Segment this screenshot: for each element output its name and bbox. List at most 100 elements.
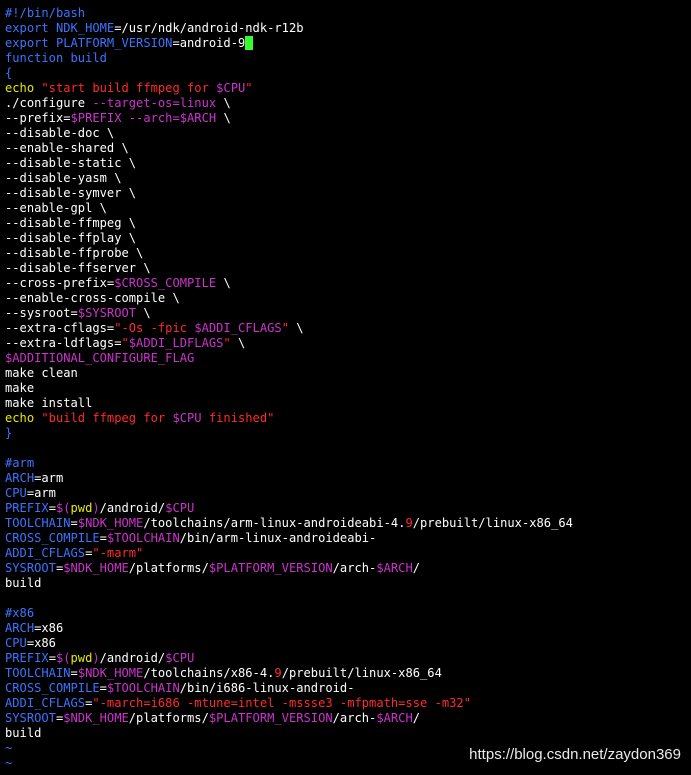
keyword-token: } [5,426,13,440]
keyword-token: ADDI_CFLAGS [5,546,86,560]
builtin-token: pwd [70,501,93,515]
plain-token: /arch- [332,711,377,725]
plain-token: \ [223,111,231,125]
plain-token: --disable-static \ [5,156,137,170]
code-line: --sysroot=$SYSROOT \ [5,306,691,321]
plain-token: /bin/arm-linux-androideabi- [179,531,377,545]
plain-token: ./configure [5,96,93,110]
code-line: --disable-ffplay \ [5,231,691,246]
plain-token: make [5,381,35,395]
plain-token: \ [223,96,231,110]
watermark-text: https://blog.csdn.net/zaydon369 [469,746,681,763]
variable-token: $ARCH [179,111,224,125]
code-line: --enable-shared \ [5,141,691,156]
keyword-token: SYSROOT [5,561,56,575]
keyword-token: ADDI_CFLAGS [5,696,86,710]
variable-token: $NDK_HOME [77,516,144,530]
plain-token: --extra-ldflags= [5,336,122,350]
plain-token: --enable-gpl \ [5,201,107,215]
variable-token: $ADDI_LDFLAGS [128,336,224,350]
string-token: " [281,321,297,335]
keyword-token: CROSS_COMPILE [5,681,100,695]
plain-token: --disable-yasm \ [5,171,122,185]
variable-token: $NDK_HOME [63,561,129,575]
builtin-token: pwd [70,651,93,665]
string-token: 9 [405,516,413,530]
code-line: function build [5,51,691,66]
code-line: ARCH=arm [5,471,691,486]
keyword-token: SYSROOT [5,711,56,725]
variable-token: $CROSS_COMPILE [114,276,224,290]
code-line: ARCH=x86 [5,621,691,636]
code-line: } [5,426,691,441]
plain-token: --disable-doc \ [5,126,115,140]
string-token: finished" [201,411,275,425]
plain-token: = [70,516,78,530]
code-line: --disable-ffprobe \ [5,246,691,261]
variable-token: $TOOLCHAIN [106,531,180,545]
variable-token: $NDK_HOME [63,711,129,725]
code-line: --cross-prefix=$CROSS_COMPILE \ [5,276,691,291]
keyword-token: ARCH [5,471,35,485]
variable-token: ) [92,501,100,515]
keyword-token: ~ [5,741,13,755]
keyword-token: PREFIX [5,651,49,665]
terminal-editor[interactable]: #!/bin/bash export NDK_HOME=/usr/ndk/andr… [0,0,691,775]
code-line: ./configure --target-os=linux \ [5,96,691,111]
variable-token: --arch= [128,111,180,125]
code-line: CROSS_COMPILE=$TOOLCHAIN/bin/arm-linux-a… [5,531,691,546]
text-cursor [245,36,253,50]
keyword-token: #!/bin/bash [5,6,86,20]
plain-token: make install [5,396,93,410]
plain-token: /toolchains/arm-linux-androideabi-4. [143,516,406,530]
plain-token: --prefix= [5,111,71,125]
plain-token: =x86 [34,621,64,635]
plain-token: \ [223,276,231,290]
plain-token: \ [143,306,151,320]
plain-token: --disable-ffserver \ [5,261,151,275]
code-line: ADDI_CFLAGS="-marm" [5,546,691,561]
builtin-token: echo [5,411,42,425]
keyword-token: #arm [5,456,35,470]
plain-token: /platforms/ [128,561,209,575]
editor-text-area[interactable]: #!/bin/bash export NDK_HOME=/usr/ndk/andr… [5,6,691,771]
keyword-token: CROSS_COMPILE [5,531,100,545]
string-token: 9 [274,666,282,680]
plain-token: = [99,531,107,545]
keyword-token: PREFIX [5,501,49,515]
code-line: CPU=x86 [5,636,691,651]
keyword-token: export [5,36,56,50]
plain-token: /toolchains/x86-4. [143,666,275,680]
code-line: --prefix=$PREFIX --arch=$ARCH \ [5,111,691,126]
string-token: "start build ffmpeg for [41,81,217,95]
code-line: echo "build ffmpeg for $CPU finished" [5,411,691,426]
plain-token: =android-9 [172,36,246,50]
variable-token: $CPU [172,411,202,425]
plain-token: =x86 [26,636,56,650]
variable-token: $ARCH [376,711,413,725]
variable-token: $ARCH [376,561,413,575]
code-line: TOOLCHAIN=$NDK_HOME/toolchains/arm-linux… [5,516,691,531]
variable-token: $CPU [216,81,246,95]
plain-token: /arch- [332,561,377,575]
variable-token: $PLATFORM_VERSION [208,711,333,725]
code-line: build [5,576,691,591]
keyword-token: ARCH [5,621,35,635]
plain-token: / [412,561,421,575]
code-line: --disable-yasm \ [5,171,691,186]
string-token: " [245,81,253,95]
plain-token: --extra-cflags= [5,321,115,335]
string-token: "-Os -fpic [114,321,195,335]
variable-token: $NDK_HOME [77,666,144,680]
code-line: echo "start build ffmpeg for $CPU" [5,81,691,96]
code-line: make clean [5,366,691,381]
code-line: PREFIX=$(pwd)/android/$CPU [5,651,691,666]
plain-token: = [48,501,56,515]
plain-token: make clean [5,366,78,380]
plain-token: /android/ [99,501,166,515]
plain-token: --enable-cross-compile \ [5,291,180,305]
code-line: { [5,66,691,81]
code-line: --enable-cross-compile \ [5,291,691,306]
